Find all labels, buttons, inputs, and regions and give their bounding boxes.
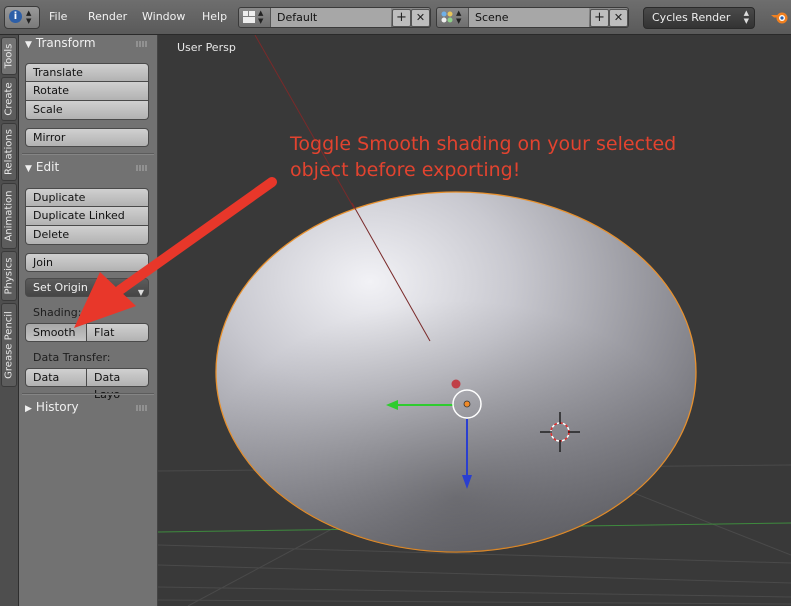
shade-smooth-button[interactable]: Smooth [25, 323, 87, 342]
panel-grip-icon[interactable] [136, 165, 148, 171]
tool-shelf: ▼ Transform Translate Rotate Scale Mirror… [19, 35, 158, 606]
updown-arrows-icon: ▲ ▼ [258, 9, 264, 25]
info-icon: i [9, 10, 22, 23]
screen-layout-name[interactable]: Default [270, 8, 391, 27]
add-icon[interactable]: + [590, 9, 609, 27]
tab-tools[interactable]: Tools [1, 37, 17, 75]
dropdown-arrow-icon: ▼ [137, 288, 144, 297]
panel-grip-icon[interactable] [136, 41, 148, 47]
origin-dot-icon [463, 400, 471, 408]
tab-relations[interactable]: Relations [1, 123, 17, 181]
menu-help[interactable]: Help [202, 10, 227, 23]
history-panel-header[interactable]: ▶ History [25, 400, 79, 414]
transform-panel-header[interactable]: ▼ Transform [25, 36, 96, 50]
scale-button[interactable]: Scale [25, 101, 149, 120]
data-transfer-label: Data Transfer: [33, 351, 111, 364]
set-origin-dropdown[interactable]: Set Origin ▼ [25, 278, 149, 297]
duplicate-linked-button[interactable]: Duplicate Linked [25, 207, 149, 226]
scene-selector[interactable]: ▲ ▼ Scene + ✕ [436, 7, 629, 28]
annotation-text: Toggle Smooth shading on your selected o… [290, 133, 677, 181]
screen-layout-selector[interactable]: ▲ ▼ Default + ✕ [238, 7, 431, 28]
updown-arrows-icon: ▲ ▼ [743, 9, 749, 25]
render-engine-label: Cycles Render [652, 11, 731, 24]
data-transfer-button[interactable]: Data [25, 368, 87, 387]
tool-tabs: Tools Create Relations Animation Physics… [0, 35, 19, 606]
collapse-triangle-icon: ▼ [25, 164, 32, 174]
editor-type-button[interactable]: i ▲ ▼ [4, 6, 40, 29]
tab-grease-pencil[interactable]: Grease Pencil [1, 303, 17, 387]
menu-file[interactable]: File [49, 10, 67, 23]
panel-grip-icon[interactable] [136, 405, 148, 411]
scene-name[interactable]: Scene [468, 8, 589, 27]
edit-panel-header[interactable]: ▼ Edit [25, 160, 59, 174]
close-icon[interactable]: ✕ [609, 9, 628, 27]
expand-triangle-icon: ▶ [25, 404, 32, 414]
shade-flat-button[interactable]: Flat [87, 323, 149, 342]
close-icon[interactable]: ✕ [411, 9, 430, 27]
set-origin-label: Set Origin [33, 281, 88, 294]
object-shadow [216, 192, 696, 552]
render-engine-selector[interactable]: Cycles Render ▲ ▼ [643, 7, 755, 29]
rotate-button[interactable]: Rotate [25, 82, 149, 101]
view-label: User Persp [177, 41, 236, 54]
mirror-button[interactable]: Mirror [25, 128, 149, 147]
panel-divider [22, 393, 154, 395]
panel-divider [22, 153, 154, 155]
add-icon[interactable]: + [392, 9, 411, 27]
collapse-triangle-icon: ▼ [25, 40, 32, 50]
viewport-scene [158, 35, 791, 606]
menu-window[interactable]: Window [142, 10, 185, 23]
menu-render[interactable]: Render [88, 10, 127, 23]
scene-icon [441, 11, 453, 23]
info-header: i ▲ ▼ File Render Window Help ▲ ▼ Default … [0, 0, 791, 35]
shading-label: Shading: [33, 306, 82, 319]
translate-button[interactable]: Translate [25, 63, 149, 82]
delete-button[interactable]: Delete [25, 226, 149, 245]
screen-layout-icon [243, 11, 255, 23]
tab-physics[interactable]: Physics [1, 251, 17, 301]
data-transfer-layout-button[interactable]: Data Layo [87, 368, 149, 401]
tab-animation[interactable]: Animation [1, 183, 17, 249]
updown-arrows-icon: ▲ ▼ [26, 9, 32, 25]
tab-create[interactable]: Create [1, 77, 17, 121]
manipulator-handle[interactable] [451, 379, 461, 389]
3d-viewport[interactable]: User Persp Toggle Smooth shading on your… [158, 35, 791, 606]
duplicate-button[interactable]: Duplicate [25, 188, 149, 207]
join-button[interactable]: Join [25, 253, 149, 272]
blender-logo-icon [771, 12, 788, 24]
updown-arrows-icon: ▲ ▼ [456, 9, 462, 25]
